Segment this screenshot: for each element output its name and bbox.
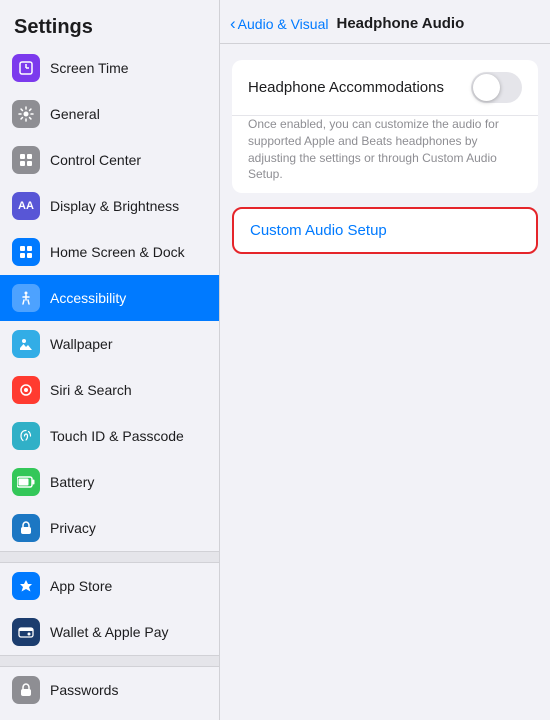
headphone-accommodations-card: Headphone Accommodations Once enabled, y… xyxy=(232,60,538,193)
sidebar-item-label: Wallpaper xyxy=(50,336,113,352)
sidebar: Settings Screen Time General Control Cen… xyxy=(0,0,220,720)
divider-1 xyxy=(0,551,219,563)
sidebar-item-label: Siri & Search xyxy=(50,382,132,398)
wallpaper-icon xyxy=(12,330,40,358)
sidebar-group-2: App Store Wallet & Apple Pay xyxy=(0,563,219,655)
sidebar-item-mail[interactable]: Mail xyxy=(0,713,219,720)
sidebar-item-label: Display & Brightness xyxy=(50,198,179,214)
touch-id-icon xyxy=(12,422,40,450)
sidebar-item-label: Wallet & Apple Pay xyxy=(50,624,169,640)
settings-title: Settings xyxy=(0,0,219,45)
headphone-accommodations-toggle[interactable] xyxy=(471,72,522,103)
control-center-icon xyxy=(12,146,40,174)
privacy-icon xyxy=(12,514,40,542)
sidebar-item-touch-id[interactable]: Touch ID & Passcode xyxy=(0,413,219,459)
sidebar-item-label: Home Screen & Dock xyxy=(50,244,185,260)
sidebar-item-label: App Store xyxy=(50,578,112,594)
nav-back-label: Audio & Visual xyxy=(238,16,329,32)
wallet-icon xyxy=(12,618,40,646)
headphone-accommodations-label: Headphone Accommodations xyxy=(248,79,444,96)
headphone-accommodations-description: Once enabled, you can customize the audi… xyxy=(232,116,538,193)
sidebar-item-label: Touch ID & Passcode xyxy=(50,428,184,444)
sidebar-item-display-brightness[interactable]: AA Display & Brightness xyxy=(0,183,219,229)
sidebar-item-wallet[interactable]: Wallet & Apple Pay xyxy=(0,609,219,655)
sidebar-item-general[interactable]: General xyxy=(0,91,219,137)
custom-audio-setup-label: Custom Audio Setup xyxy=(250,222,387,239)
display-icon: AA xyxy=(12,192,40,220)
back-chevron-icon: ‹ xyxy=(230,14,236,34)
sidebar-item-label: Control Center xyxy=(50,152,141,168)
screen-time-icon xyxy=(12,54,40,82)
sidebar-item-accessibility[interactable]: Accessibility xyxy=(0,275,219,321)
content-area: Headphone Accommodations Once enabled, y… xyxy=(220,44,550,720)
nav-header: ‹ Audio & Visual Headphone Audio xyxy=(220,0,550,44)
custom-audio-setup-button[interactable]: Custom Audio Setup xyxy=(234,209,536,252)
sidebar-item-label: Battery xyxy=(50,474,94,490)
toggle-thumb xyxy=(473,74,500,101)
sidebar-group-1: Screen Time General Control Center AA Di… xyxy=(0,45,219,551)
general-icon xyxy=(12,100,40,128)
sidebar-item-passwords[interactable]: Passwords xyxy=(0,667,219,713)
battery-icon xyxy=(12,468,40,496)
sidebar-item-label: Accessibility xyxy=(50,290,126,306)
sidebar-item-label: General xyxy=(50,106,100,122)
app-store-icon xyxy=(12,572,40,600)
passwords-icon xyxy=(12,676,40,704)
sidebar-item-label: Passwords xyxy=(50,682,118,698)
accessibility-icon xyxy=(12,284,40,312)
home-screen-icon xyxy=(12,238,40,266)
sidebar-item-privacy[interactable]: Privacy xyxy=(0,505,219,551)
sidebar-item-battery[interactable]: Battery xyxy=(0,459,219,505)
main-content: ‹ Audio & Visual Headphone Audio Headpho… xyxy=(220,0,550,720)
sidebar-item-label: Screen Time xyxy=(50,60,129,76)
sidebar-item-wallpaper[interactable]: Wallpaper xyxy=(0,321,219,367)
nav-title: Headphone Audio xyxy=(336,15,464,32)
sidebar-item-screen-time[interactable]: Screen Time xyxy=(0,45,219,91)
custom-audio-setup-card: Custom Audio Setup xyxy=(232,207,538,254)
sidebar-item-siri-search[interactable]: Siri & Search xyxy=(0,367,219,413)
siri-icon xyxy=(12,376,40,404)
sidebar-item-label: Privacy xyxy=(50,520,96,536)
headphone-accommodations-row: Headphone Accommodations xyxy=(232,60,538,116)
divider-2 xyxy=(0,655,219,667)
nav-back-button[interactable]: ‹ Audio & Visual xyxy=(230,14,328,34)
sidebar-item-home-screen[interactable]: Home Screen & Dock xyxy=(0,229,219,275)
sidebar-group-3: Passwords Mail Contacts Calendar Notes xyxy=(0,667,219,720)
sidebar-item-control-center[interactable]: Control Center xyxy=(0,137,219,183)
sidebar-item-app-store[interactable]: App Store xyxy=(0,563,219,609)
